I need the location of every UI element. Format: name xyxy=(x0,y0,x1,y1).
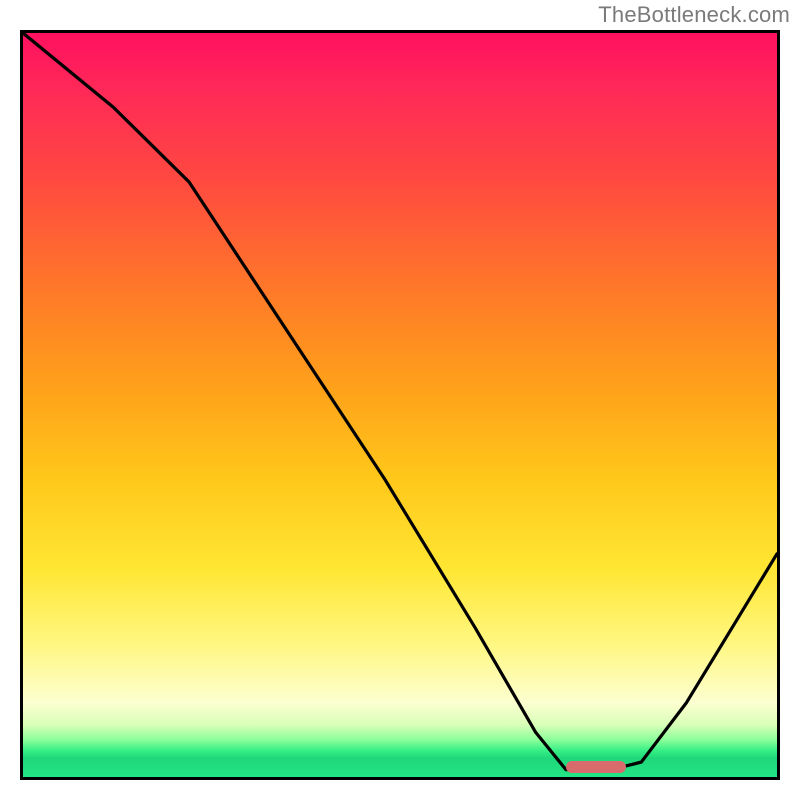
attribution-text: TheBottleneck.com xyxy=(598,2,790,28)
curve-layer xyxy=(23,33,777,777)
optimal-range-marker xyxy=(566,761,626,773)
bottleneck-curve xyxy=(23,33,777,770)
plot-area xyxy=(20,30,780,780)
chart-container: TheBottleneck.com xyxy=(0,0,800,800)
